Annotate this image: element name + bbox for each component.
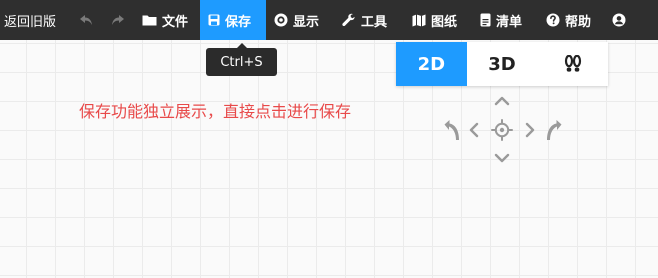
top-toolbar: 返回旧版 文件 保存 显示 工具 图纸 清单 帮助	[0, 0, 658, 40]
back-label: 返回旧版	[4, 14, 57, 30]
undo-icon	[79, 14, 93, 26]
back-to-old-version-button[interactable]: 返回旧版	[0, 0, 70, 40]
file-label: 文件	[162, 14, 189, 30]
help-menu-button[interactable]: 帮助	[542, 0, 610, 40]
save-button[interactable]: 保存	[200, 0, 266, 40]
user-icon	[612, 13, 626, 27]
rotate-right-icon	[547, 120, 562, 140]
wrench-icon	[342, 13, 356, 27]
pan-down-button[interactable]	[494, 150, 510, 166]
crosshair-icon	[491, 119, 513, 141]
rotate-right-button[interactable]	[544, 118, 564, 142]
drawings-menu-button[interactable]: 图纸	[406, 0, 476, 40]
display-menu-button[interactable]: 显示	[266, 0, 336, 40]
save-icon	[208, 14, 220, 26]
undo-button[interactable]	[70, 0, 102, 40]
display-label: 显示	[293, 14, 320, 30]
tooltip-text: Ctrl+S	[220, 54, 263, 70]
eye-icon	[274, 13, 288, 27]
rotate-left-button[interactable]	[442, 118, 462, 142]
chevron-up-icon	[494, 96, 510, 106]
footprints-icon	[563, 55, 583, 73]
redo-icon	[111, 14, 125, 26]
chevron-down-icon	[494, 153, 510, 163]
help-label: 帮助	[565, 14, 592, 30]
redo-button[interactable]	[102, 0, 134, 40]
recenter-button[interactable]	[490, 118, 514, 142]
view-mode-switch: 2D 3D	[396, 42, 608, 86]
walk-mode-button[interactable]	[537, 42, 608, 86]
map-icon	[412, 14, 426, 27]
document-list-icon	[480, 13, 491, 27]
view-3d-button[interactable]: 3D	[467, 42, 538, 86]
question-circle-icon	[546, 13, 560, 27]
pan-up-button[interactable]	[494, 93, 510, 109]
tools-menu-button[interactable]: 工具	[336, 0, 406, 40]
list-menu-button[interactable]: 清单	[476, 0, 542, 40]
folder-icon	[142, 14, 157, 26]
user-account-button[interactable]	[610, 0, 636, 40]
chevron-right-icon	[525, 122, 535, 138]
camera-navigation-control	[440, 90, 565, 170]
drawings-label: 图纸	[431, 14, 458, 30]
pan-right-button[interactable]	[523, 121, 537, 139]
save-label: 保存	[225, 14, 252, 30]
list-label: 清单	[496, 14, 523, 30]
chevron-left-icon	[469, 122, 479, 138]
save-annotation-note: 保存功能独立展示，直接点击进行保存	[79, 102, 352, 121]
pan-left-button[interactable]	[467, 121, 481, 139]
view-2d-button[interactable]: 2D	[396, 42, 467, 86]
rotate-left-icon	[444, 120, 459, 140]
tools-label: 工具	[361, 14, 388, 30]
save-shortcut-tooltip: Ctrl+S	[206, 43, 277, 76]
file-menu-button[interactable]: 文件	[134, 0, 200, 40]
